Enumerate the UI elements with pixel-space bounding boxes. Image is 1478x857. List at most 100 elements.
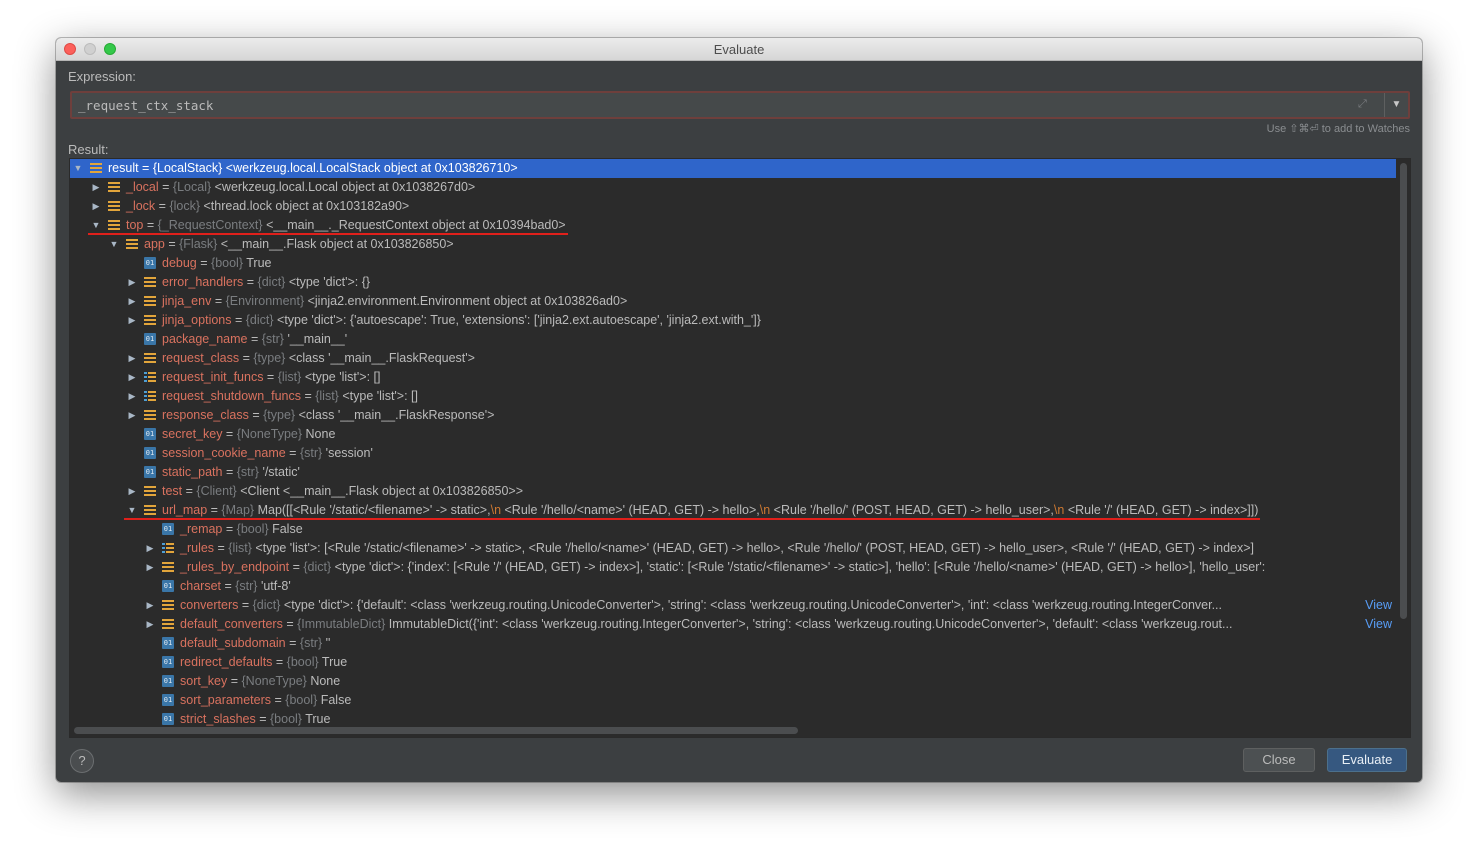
variable-value: <werkzeug.local.LocalStack object at 0x1… (222, 161, 518, 175)
tree-row-result[interactable]: ▼ result = {LocalStack} <werkzeug.local.L… (70, 159, 1396, 178)
tree-row-static-path[interactable]: 01 static_path = {str} '/static' (70, 463, 1396, 482)
help-button[interactable]: ? (70, 749, 94, 773)
variable-type: {dict} (252, 598, 281, 612)
expand-arrow-icon[interactable]: ▶ (144, 558, 156, 577)
tree-row-text: response_class = {type} <class '__main__… (162, 408, 495, 422)
view-link[interactable]: View (1363, 596, 1392, 615)
view-link[interactable]: View (1363, 615, 1392, 634)
expand-arrow-icon[interactable]: ▶ (126, 273, 138, 292)
variable-value: <class '__main__.FlaskRequest'> (285, 351, 475, 365)
tree-row-jinja-options[interactable]: ▶ jinja_options = {dict} <type 'dict'>: {… (70, 311, 1396, 330)
expand-arrow-icon[interactable]: ▶ (126, 349, 138, 368)
variable-value: <Client <__main__.Flask object at 0x1038… (236, 484, 524, 498)
tree-row-text: result = {LocalStack} <werkzeug.local.Lo… (108, 161, 518, 175)
tree-row-request-init-funcs[interactable]: ▶ request_init_funcs = {list} <type 'list… (70, 368, 1396, 387)
variable-value: False (317, 693, 352, 707)
variable-value: '__main__' (283, 332, 348, 346)
evaluate-button[interactable]: Evaluate (1327, 748, 1407, 772)
variable-value: 'session' (322, 446, 373, 460)
expand-arrow-icon[interactable]: ▶ (90, 178, 102, 197)
expand-arrow-icon[interactable]: ▶ (126, 482, 138, 501)
list-icon (144, 390, 156, 402)
tree-row-strict-slashes[interactable]: 01 strict_slashes = {bool} True (70, 710, 1396, 729)
primitive-value-icon: 01 (162, 523, 174, 535)
expand-arrow-icon[interactable]: ▶ (126, 311, 138, 330)
variable-value: '/static' (258, 465, 300, 479)
variable-value: <__main__.Flask object at 0x103826850> (217, 237, 454, 251)
expand-arrow-icon[interactable]: ▶ (126, 406, 138, 425)
variable-value: None (306, 674, 341, 688)
variable-name: url_map (162, 503, 208, 517)
primitive-value-icon: 01 (144, 257, 156, 269)
expand-arrow-icon[interactable]: ▶ (144, 539, 156, 558)
expand-arrow-icon[interactable]: ▶ (90, 197, 102, 216)
variable-type: {bool} (285, 693, 318, 707)
primitive-value-icon: 01 (144, 428, 156, 440)
expression-field[interactable]: ⤢ ▼ (70, 91, 1410, 119)
tree-row-text: session_cookie_name = {str} 'session' (162, 446, 373, 460)
tree-row-debug[interactable]: 01 debug = {bool} True (70, 254, 1396, 273)
tree-row-rules-by-endpoint[interactable]: ▶ _rules_by_endpoint = {dict} <type 'dict… (70, 558, 1396, 577)
variable-name: response_class (162, 408, 249, 422)
variable-value: True (301, 712, 331, 726)
expand-arrow-icon[interactable]: ▶ (126, 368, 138, 387)
tree-row-default-converters[interactable]: ▶ default_converters = {ImmutableDict} Im… (70, 615, 1396, 634)
vertical-scrollbar[interactable] (1400, 163, 1407, 619)
tree-row-response-class[interactable]: ▶ response_class = {type} <class '__main_… (70, 406, 1396, 425)
variable-name: static_path (162, 465, 223, 479)
object-icon (144, 410, 156, 421)
tree-row-redirect-defaults[interactable]: 01 redirect_defaults = {bool} True (70, 653, 1396, 672)
tree-row-text: package_name = {str} '__main__' (162, 332, 348, 346)
variable-name: charset (180, 579, 221, 593)
tree-row-jinja-env[interactable]: ▶ jinja_env = {Environment} <jinja2.envir… (70, 292, 1396, 311)
object-icon (90, 163, 102, 174)
object-icon (144, 486, 156, 497)
tree-row-text: _lock = {lock} <thread.lock object at 0x… (126, 199, 410, 213)
expand-arrow-icon[interactable]: ▶ (126, 292, 138, 311)
tree-row-secret-key[interactable]: 01 secret_key = {NoneType} None (70, 425, 1396, 444)
variable-name: top (126, 218, 144, 232)
variable-type: {Environment} (225, 294, 305, 308)
tree-row-charset[interactable]: 01 charset = {str} 'utf-8' (70, 577, 1396, 596)
result-tree[interactable]: ▼ result = {LocalStack} <werkzeug.local.L… (69, 158, 1411, 738)
tree-row-local[interactable]: ▶ _local = {Local} <werkzeug.local.Local … (70, 178, 1396, 197)
tree-row-text: converters = {dict} <type 'dict'>: {'def… (180, 598, 1222, 612)
tree-row-lock[interactable]: ▶ _lock = {lock} <thread.lock object at 0… (70, 197, 1396, 216)
variable-value: True (243, 256, 272, 270)
collapse-arrow-icon[interactable]: ▼ (72, 159, 84, 178)
variable-type: {dict} (303, 560, 332, 574)
tree-row-remap[interactable]: 01 _remap = {bool} False (70, 520, 1396, 539)
tree-row-sort-parameters[interactable]: 01 sort_parameters = {bool} False (70, 691, 1396, 710)
collapse-arrow-icon[interactable]: ▼ (108, 235, 120, 254)
variable-type: {ImmutableDict} (297, 617, 386, 631)
tree-row-sort-key[interactable]: 01 sort_key = {NoneType} None (70, 672, 1396, 691)
variable-type: {bool} (236, 522, 269, 536)
variable-name: request_shutdown_funcs (162, 389, 301, 403)
expand-arrow-icon[interactable]: ▶ (144, 615, 156, 634)
expand-arrow-icon[interactable]: ▶ (144, 596, 156, 615)
expand-icon[interactable]: ⤢ (1358, 98, 1367, 111)
tree-row-request-class[interactable]: ▶ request_class = {type} <class '__main__… (70, 349, 1396, 368)
tree-row-default-subdomain[interactable]: 01 default_subdomain = {str} '' (70, 634, 1396, 653)
tree-row-rules[interactable]: ▶ _rules = {list} <type 'list'>: [<Rule '… (70, 539, 1396, 558)
variable-value: True (318, 655, 348, 669)
variable-value: None (302, 427, 336, 441)
variable-name: debug (162, 256, 197, 270)
tree-row-package-name[interactable]: 01 package_name = {str} '__main__' (70, 330, 1396, 349)
variable-value: '' (322, 636, 331, 650)
variable-type: {str} (235, 579, 258, 593)
expand-arrow-icon[interactable]: ▶ (126, 387, 138, 406)
tree-row-converters[interactable]: ▶ converters = {dict} <type 'dict'>: {'de… (70, 596, 1396, 615)
variable-type: {list} (277, 370, 302, 384)
tree-row-error-handlers[interactable]: ▶ error_handlers = {dict} <type 'dict'>: … (70, 273, 1396, 292)
expression-input[interactable] (72, 93, 1382, 117)
tree-row-app[interactable]: ▼ app = {Flask} <__main__.Flask object at… (70, 235, 1396, 254)
variable-type: {LocalStack} (152, 161, 223, 175)
tree-row-session-cookie-name[interactable]: 01 session_cookie_name = {str} 'session' (70, 444, 1396, 463)
variable-name: _rules (180, 541, 215, 555)
tree-row-request-shutdown-funcs[interactable]: ▶ request_shutdown_funcs = {list} <type '… (70, 387, 1396, 406)
close-button[interactable]: Close (1243, 748, 1315, 772)
tree-row-text: jinja_options = {dict} <type 'dict'>: {'… (162, 313, 761, 327)
tree-row-test[interactable]: ▶ test = {Client} <Client <__main__.Flask… (70, 482, 1396, 501)
history-dropdown-button[interactable]: ▼ (1384, 93, 1408, 117)
